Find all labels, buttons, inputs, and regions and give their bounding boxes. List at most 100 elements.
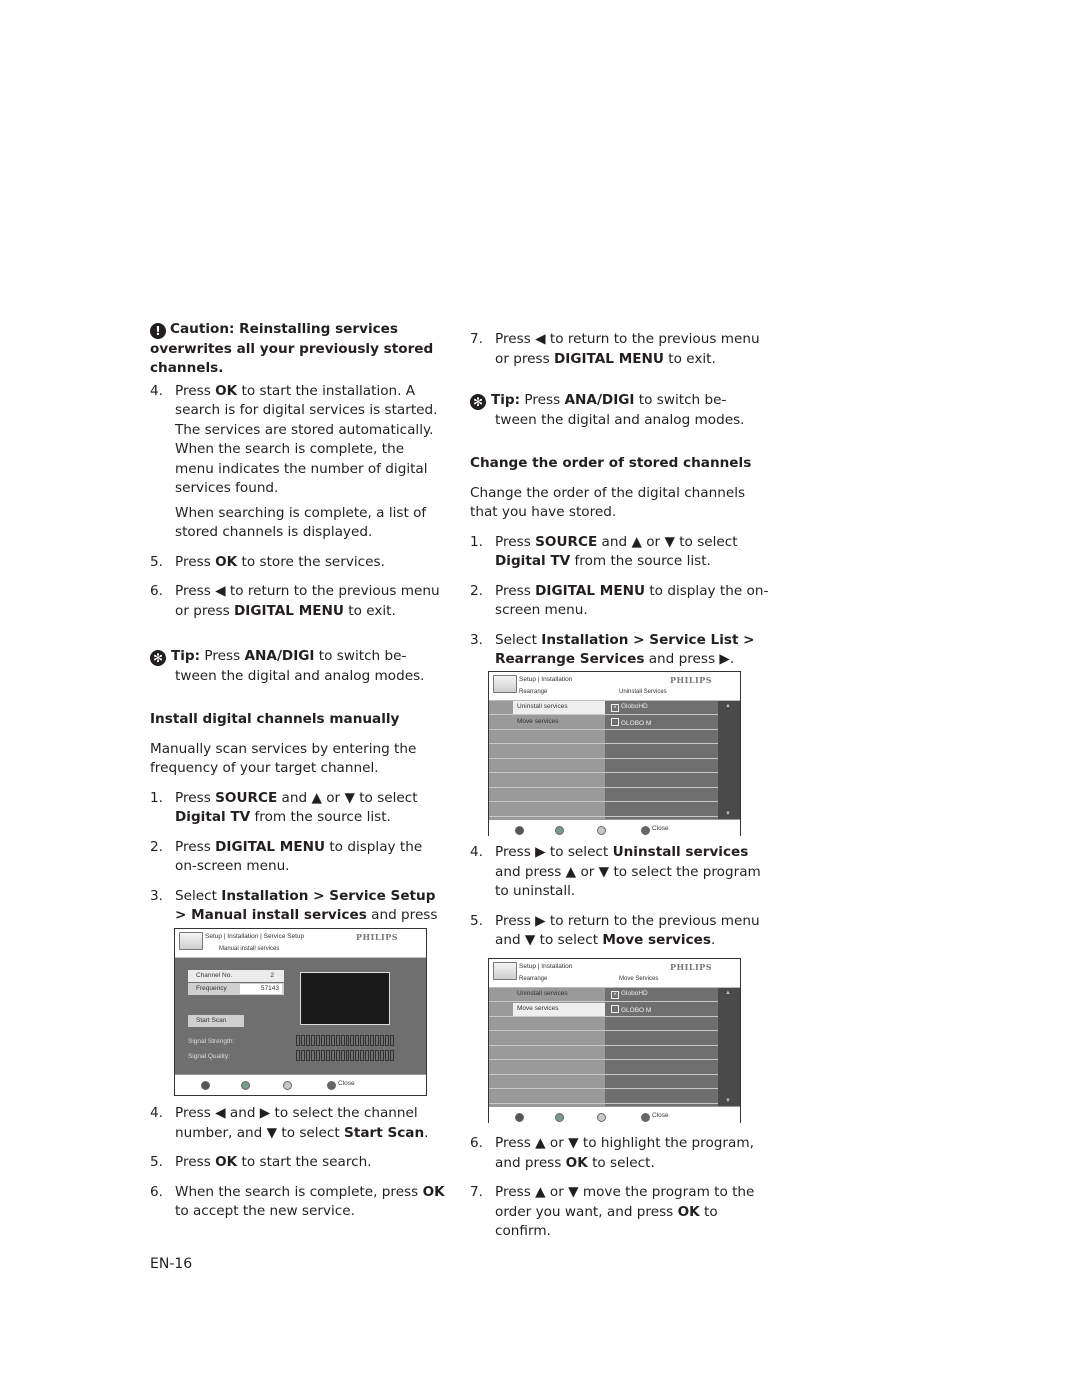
signal-bar-segment xyxy=(390,1035,395,1046)
menu-row[interactable]: Move services xyxy=(489,1002,605,1017)
screen-header: Setup | Installation PHILIPS Rearrange Move… xyxy=(489,959,740,988)
step-item: 4. Press OK to start the installation. A … xyxy=(150,382,445,543)
menu-row[interactable]: Move services xyxy=(489,716,605,730)
signal-bar-segment xyxy=(385,1050,390,1061)
steps-exit: 7. Press ◀ to return to the previous menu… xyxy=(470,330,770,369)
channel-row[interactable]: × GloboHD xyxy=(605,988,718,1002)
unchecked-box-icon[interactable] xyxy=(611,717,619,726)
steps-order-final: 6. Press ▲ or ▼ to highlight the program,… xyxy=(470,1134,770,1252)
step-text: Press ▲ or ▼ move the program to the ord… xyxy=(495,1184,755,1239)
menu-row xyxy=(489,1046,605,1060)
red-button-icon[interactable] xyxy=(515,1113,524,1122)
channel-row[interactable]: GLOBO M xyxy=(605,1003,718,1017)
step-text: Press ▶ to return to the previous menu a… xyxy=(495,912,760,949)
screen-body: Uninstall services Move services × GloboHD G… xyxy=(489,988,740,1106)
scrollbar[interactable]: ▲ ▼ xyxy=(718,988,740,1106)
frequency-field[interactable]: Frequency 57143 xyxy=(188,983,284,995)
step-text: Press SOURCE and ▲ or ▼ to select Digita… xyxy=(175,789,418,826)
scroll-down-icon[interactable]: ▼ xyxy=(725,811,731,817)
channel-number-field[interactable]: Channel No. 2 xyxy=(188,970,284,982)
blue-button-icon[interactable] xyxy=(641,826,650,835)
screen-footer: Close xyxy=(489,1106,740,1127)
step-number: 7. xyxy=(470,1184,483,1200)
step-text: Press ▶ to select Uninstall services and… xyxy=(495,844,761,899)
red-button-icon[interactable] xyxy=(515,826,524,835)
step-text: Press SOURCE and ▲ or ▼ to select Digita… xyxy=(495,533,738,570)
scroll-up-icon[interactable]: ▲ xyxy=(725,990,731,996)
step-number: 3. xyxy=(150,887,163,904)
tip-flower-icon: ✻ xyxy=(470,394,486,410)
frequency-value[interactable]: 57143 xyxy=(240,984,282,994)
scrollbar[interactable]: ▲ ▼ xyxy=(718,701,740,819)
channel-row xyxy=(605,1032,718,1046)
channel-row xyxy=(605,788,718,802)
checked-box-icon[interactable]: × xyxy=(611,704,619,712)
scroll-down-icon[interactable]: ▼ xyxy=(725,1098,731,1104)
signal-bar-segment xyxy=(330,1050,335,1061)
signal-bar-segment xyxy=(310,1035,315,1046)
checked-box-icon[interactable]: × xyxy=(611,991,619,999)
step-number: 6. xyxy=(150,1183,163,1200)
signal-bar-segment xyxy=(345,1035,350,1046)
channel-name: GloboHD xyxy=(621,703,648,710)
caution-text: Caution: Reinstalling services overwrite… xyxy=(150,321,434,376)
channel-row[interactable]: × GloboHD xyxy=(605,701,718,715)
step-item: 7. Press ▲ or ▼ move the program to the o… xyxy=(470,1183,770,1242)
menu-row xyxy=(489,1075,605,1089)
signal-strength-label: Signal Strength: xyxy=(188,1038,235,1045)
signal-bar-segment xyxy=(305,1050,310,1061)
exclamation-icon: ! xyxy=(150,323,166,339)
channel-label: Channel No. xyxy=(196,972,233,979)
close-label: Close xyxy=(652,1112,669,1119)
channel-value: 2 xyxy=(270,972,274,979)
green-button-icon[interactable] xyxy=(555,826,564,835)
menu-row xyxy=(489,759,605,773)
breadcrumb: Setup | Installation | Service Setup xyxy=(205,933,305,940)
menu-item-label: Move services xyxy=(517,717,559,725)
step-text: Press DIGITAL MENU to display the on-scr… xyxy=(175,838,423,875)
screen-footer: Close xyxy=(489,819,740,840)
channel-row[interactable]: GLOBO M xyxy=(605,716,718,730)
menu-row xyxy=(489,774,605,788)
menu-row xyxy=(489,788,605,802)
step-number: 1. xyxy=(150,789,163,806)
step-text: When the search is complete, press OK to… xyxy=(175,1183,445,1220)
left-pane-header: Rearrange xyxy=(519,689,548,695)
channel-label: × GloboHD xyxy=(611,990,648,999)
menu-row[interactable]: Uninstall services xyxy=(489,701,605,715)
start-scan-button[interactable]: Start Scan xyxy=(188,1015,244,1027)
screen-body: Uninstall services Move services × GloboHD G… xyxy=(489,701,740,819)
menu-row xyxy=(489,1017,605,1031)
step-item: 7. Press ◀ to return to the previous menu… xyxy=(470,330,770,369)
yellow-button-icon[interactable] xyxy=(283,1081,292,1090)
left-column: ! Caution: Reinstalling services overwrit… xyxy=(150,320,445,955)
menu-item-label: Uninstall services xyxy=(517,990,568,997)
unchecked-box-icon[interactable] xyxy=(611,1004,619,1013)
step-item: 5. Press OK to start the search. xyxy=(150,1153,445,1173)
green-button-icon[interactable] xyxy=(241,1081,250,1090)
blue-button-icon[interactable] xyxy=(327,1081,336,1090)
signal-bar-segment xyxy=(360,1035,365,1046)
channel-pane: × GloboHD GLOBO M xyxy=(605,988,718,1106)
signal-strength-meter xyxy=(296,1035,395,1046)
yellow-button-icon[interactable] xyxy=(597,1113,606,1122)
red-button-icon[interactable] xyxy=(201,1081,210,1090)
menu-row xyxy=(489,1090,605,1104)
steps-manual-cont: 4. Press ◀ and ▶ to select the channel nu… xyxy=(150,1104,445,1232)
right-pane-header: Uninstall Services xyxy=(619,689,667,695)
channel-name: GLOBO M xyxy=(621,1006,652,1014)
steps-manual: 1. Press SOURCE and ▲ or ▼ to select Digi… xyxy=(150,789,445,946)
step-item: 1. Press SOURCE and ▲ or ▼ to select Digi… xyxy=(470,533,770,572)
green-button-icon[interactable] xyxy=(555,1113,564,1122)
channel-row xyxy=(605,774,718,788)
menu-row[interactable]: Uninstall services xyxy=(489,988,605,1002)
signal-bar-segment xyxy=(300,1050,305,1061)
channel-label: × GloboHD xyxy=(611,703,648,712)
step-number: 2. xyxy=(150,838,163,855)
yellow-button-icon[interactable] xyxy=(597,826,606,835)
blue-button-icon[interactable] xyxy=(641,1113,650,1122)
signal-bar-segment xyxy=(350,1035,355,1046)
channel-label: GLOBO M xyxy=(611,1004,652,1014)
scroll-up-icon[interactable]: ▲ xyxy=(725,703,731,709)
signal-bar-segment xyxy=(315,1050,320,1061)
